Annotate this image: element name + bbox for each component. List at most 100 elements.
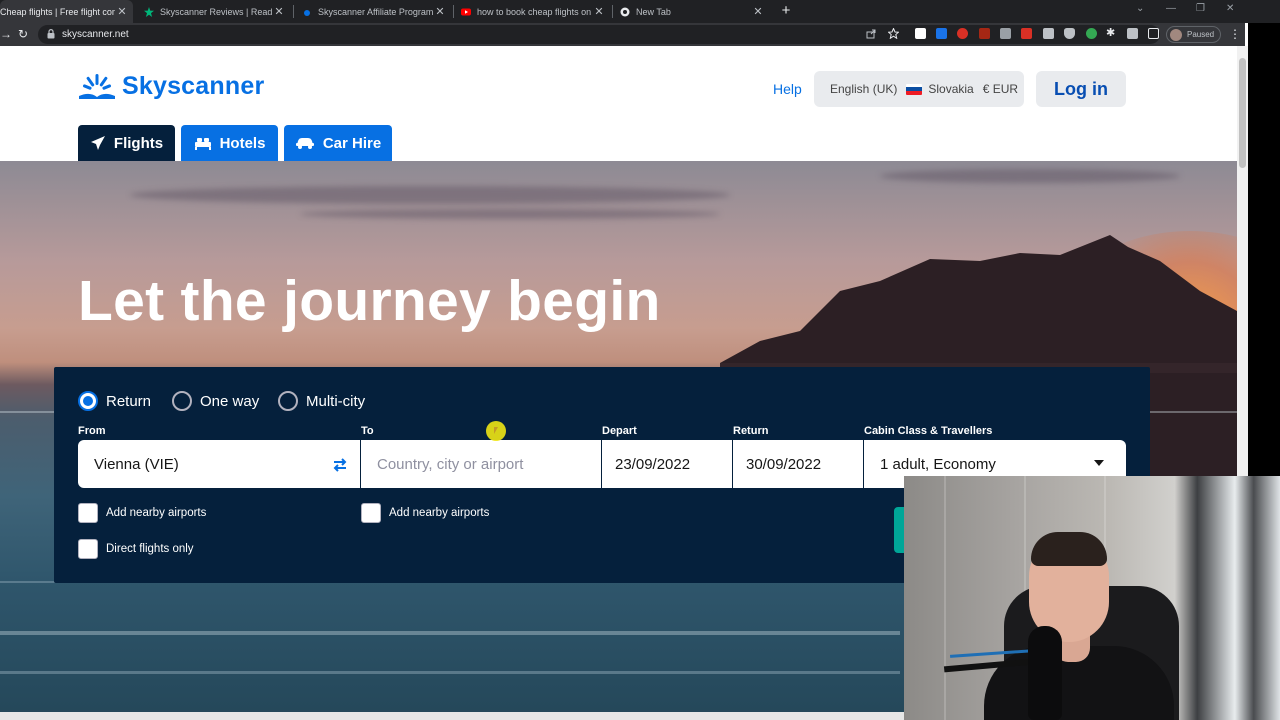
extension-cloud-icon[interactable] [1086, 28, 1097, 39]
reload-icon[interactable]: ↻ [18, 27, 28, 41]
close-icon[interactable]: ✕ [592, 5, 606, 18]
country-label: Slovakia [928, 82, 974, 96]
trip-type-one-way[interactable]: One way [172, 391, 259, 411]
to-input[interactable]: Country, city or airport [361, 440, 601, 488]
extension-play-icon[interactable] [915, 28, 926, 39]
tab-label: Flights [113, 134, 164, 152]
extension-lock-icon[interactable] [1043, 28, 1054, 39]
extension-shield-icon[interactable] [936, 28, 947, 39]
browser-tab-bar: Cheap flights | Free flight compa ✕ Skys… [0, 0, 1280, 23]
side-panel-icon[interactable] [1148, 28, 1159, 39]
extension-shield-grey-icon[interactable] [1064, 28, 1075, 39]
checkbox-box [78, 539, 98, 559]
help-link[interactable]: Help [773, 81, 802, 97]
presenter-hair [1031, 532, 1107, 566]
puzzle-icon[interactable]: ✱ [1106, 28, 1117, 39]
browser-tab[interactable]: New Tab ✕ [614, 0, 769, 23]
close-icon[interactable]: ✕ [115, 5, 129, 18]
minimize-icon[interactable]: — [1166, 3, 1176, 14]
extension-red-icon[interactable] [1021, 28, 1032, 39]
forward-icon[interactable]: → [0, 27, 12, 41]
hero-wave [0, 631, 900, 635]
return-date-input[interactable]: 30/09/2022 [733, 440, 863, 488]
nearby-airports-to-checkbox[interactable]: Add nearby airports [361, 503, 489, 523]
page-bottom-strip [0, 712, 904, 720]
trip-type-label: Multi-city [306, 392, 366, 410]
checkbox-label: Direct flights only [106, 543, 194, 555]
new-tab-button[interactable]: + [777, 2, 795, 20]
browser-tab[interactable]: Skyscanner Affiliate Programme ✕ [296, 0, 451, 23]
logo-text: Skyscanner [122, 71, 265, 100]
close-icon[interactable]: ✕ [751, 5, 765, 18]
microphone [1028, 626, 1062, 720]
checkbox-label: Add nearby airports [106, 507, 207, 519]
browser-toolbar: → ↻ skyscanner.net [0, 23, 1245, 46]
slovakia-flag-icon [906, 83, 923, 95]
locale-selector-button[interactable]: English (UK) Slovakia € EUR [814, 71, 1024, 107]
from-label: From [78, 425, 106, 437]
address-bar[interactable]: skyscanner.net [38, 25, 1160, 44]
tab-title: Skyscanner Affiliate Programme [318, 6, 433, 17]
login-button[interactable]: Log in [1036, 71, 1126, 107]
lock-icon [47, 29, 55, 39]
close-icon[interactable]: ✕ [433, 5, 447, 18]
tab-label: Hotels [219, 134, 266, 152]
hero-wave [0, 671, 900, 674]
profile-button[interactable]: Paused [1166, 26, 1221, 43]
reading-list-icon[interactable] [1127, 28, 1138, 39]
sunrise-logo-icon [79, 74, 115, 99]
star-icon [144, 6, 154, 17]
scrollbar-thumb[interactable] [1239, 58, 1246, 168]
cabin-label: Cabin Class & Travellers [864, 425, 993, 437]
swap-icon[interactable] [332, 457, 348, 473]
mouse-cursor-highlight [486, 421, 506, 441]
extension-grid-icon[interactable] [1000, 28, 1011, 39]
window-close-icon[interactable]: ✕ [1226, 3, 1234, 14]
bed-icon [194, 138, 211, 150]
browser-tab[interactable]: Cheap flights | Free flight compa ✕ [0, 0, 133, 23]
checkbox-box [78, 503, 98, 523]
trip-type-multi-city[interactable]: Multi-city [278, 391, 365, 411]
tab-separator [453, 5, 454, 18]
skyscanner-icon [304, 9, 310, 16]
skyscanner-logo[interactable]: Skyscanner [78, 71, 264, 101]
to-label: To [361, 425, 374, 437]
youtube-icon [461, 8, 471, 15]
menu-icon[interactable]: ⋮ [1229, 27, 1241, 41]
tab-title: Cheap flights | Free flight compa [0, 6, 115, 17]
tab-title: Skyscanner Reviews | Read Custo [160, 6, 272, 17]
from-input[interactable]: Vienna (VIE) [78, 440, 360, 488]
depart-date-input[interactable]: 23/09/2022 [602, 440, 732, 488]
browser-tab[interactable]: Skyscanner Reviews | Read Custo ✕ [138, 0, 290, 23]
url-text: skyscanner.net [62, 29, 129, 40]
close-icon[interactable]: ✕ [272, 5, 286, 18]
trip-type-return[interactable]: Return [78, 391, 151, 411]
currency-label: € EUR [982, 82, 1019, 96]
plane-icon [90, 136, 105, 150]
radio-icon [172, 391, 192, 411]
bookmark-star-icon[interactable] [888, 28, 899, 39]
chevron-down-icon [1094, 460, 1104, 466]
chevron-down-icon[interactable]: ⌄ [1136, 3, 1144, 14]
direct-flights-checkbox[interactable]: Direct flights only [78, 539, 194, 559]
extension-record-icon[interactable] [957, 28, 968, 39]
restore-icon[interactable]: ❐ [1196, 3, 1205, 14]
language-label: English (UK) [830, 82, 898, 96]
extension-badge-icon[interactable] [979, 28, 990, 39]
tab-label: Car Hire [322, 134, 382, 152]
car-icon [295, 138, 314, 149]
tab-flights[interactable]: Flights [78, 125, 175, 161]
trip-type-label: One way [200, 392, 260, 410]
share-icon[interactable] [866, 28, 877, 39]
chrome-icon [620, 7, 630, 16]
radio-icon [78, 391, 98, 411]
hero-title: Let the journey begin [78, 269, 661, 333]
curtain-fold [944, 476, 946, 720]
avatar [1170, 29, 1182, 41]
browser-tab[interactable]: how to book cheap flights on sk ✕ [455, 0, 610, 23]
tab-car-hire[interactable]: Car Hire [284, 125, 392, 161]
tab-hotels[interactable]: Hotels [181, 125, 278, 161]
trip-type-label: Return [106, 392, 152, 410]
checkbox-label: Add nearby airports [389, 507, 490, 519]
nearby-airports-from-checkbox[interactable]: Add nearby airports [78, 503, 206, 523]
